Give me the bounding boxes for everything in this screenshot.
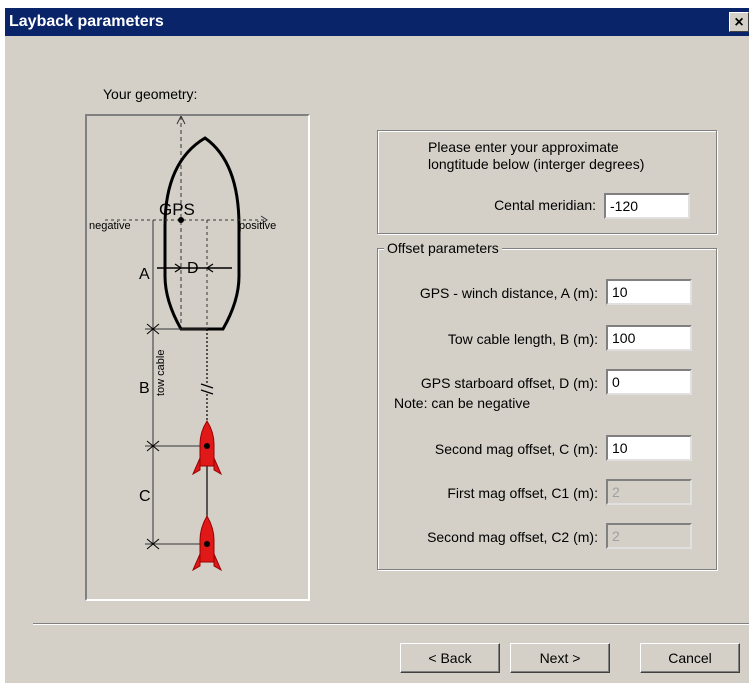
tow-cable-length-label: Tow cable length, B (m): bbox=[447, 331, 598, 347]
second-mag-c-input[interactable]: 10 bbox=[606, 435, 692, 461]
tow-cable-length-input[interactable]: 100 bbox=[606, 325, 692, 351]
window-title: Layback parameters bbox=[9, 13, 164, 30]
first-mag-c1-input: 2 bbox=[606, 479, 692, 505]
geometry-diagram-panel: GPS negative positive A D B C tow cable bbox=[85, 114, 310, 601]
gps-winch-label: GPS - winch distance, A (m): bbox=[419, 285, 598, 301]
starboard-offset-input[interactable]: 0 bbox=[606, 369, 692, 395]
starboard-note: Note: can be negative bbox=[394, 395, 531, 411]
boat-hull bbox=[163, 136, 241, 331]
label-d: D bbox=[187, 260, 199, 277]
tow-cable-label: tow cable bbox=[155, 349, 167, 396]
second-mag-c2-input: 2 bbox=[606, 523, 692, 549]
geometry-diagram bbox=[105, 116, 268, 572]
label-a: A bbox=[139, 266, 150, 283]
offset-parameters-group: Offset parameters GPS - winch distance, … bbox=[377, 240, 717, 570]
meridian-group: Please enter your approximate longtitude… bbox=[377, 130, 717, 234]
footer-separator bbox=[33, 623, 749, 625]
gps-label: GPS bbox=[159, 200, 195, 219]
second-mag-c2-label: Second mag offset, C2 (m): bbox=[427, 529, 598, 545]
offset-parameters-title: Offset parameters bbox=[384, 240, 502, 256]
negative-label: negative bbox=[89, 220, 131, 232]
central-meridian-label: Cental meridian: bbox=[494, 197, 596, 213]
back-button[interactable]: < Back bbox=[400, 643, 500, 673]
close-button[interactable]: × bbox=[729, 12, 749, 32]
gps-winch-input[interactable]: 10 bbox=[606, 279, 692, 305]
cancel-button[interactable]: Cancel bbox=[640, 643, 740, 673]
label-b: B bbox=[139, 380, 150, 397]
meridian-instructions-1: Please enter your approximate bbox=[428, 139, 619, 155]
meridian-instructions-2: longtitude below (interger degrees) bbox=[428, 156, 645, 172]
first-mag-c1-label: First mag offset, C1 (m): bbox=[447, 485, 598, 501]
central-meridian-input[interactable]: -120 bbox=[604, 193, 690, 219]
starboard-offset-label: GPS starboard offset, D (m): bbox=[420, 375, 598, 391]
next-button[interactable]: Next > bbox=[510, 643, 610, 673]
second-mag-c-label: Second mag offset, C (m): bbox=[434, 441, 598, 457]
magnetometer-2-icon bbox=[191, 515, 223, 572]
geometry-label: Your geometry: bbox=[103, 86, 198, 102]
layback-dialog: Layback parameters × Your geometry: GPS … bbox=[5, 8, 749, 683]
label-c: C bbox=[139, 488, 151, 505]
magnetometer-1-icon bbox=[191, 420, 223, 476]
positive-label: positive bbox=[239, 220, 277, 232]
title-bar: Layback parameters × bbox=[5, 8, 749, 36]
